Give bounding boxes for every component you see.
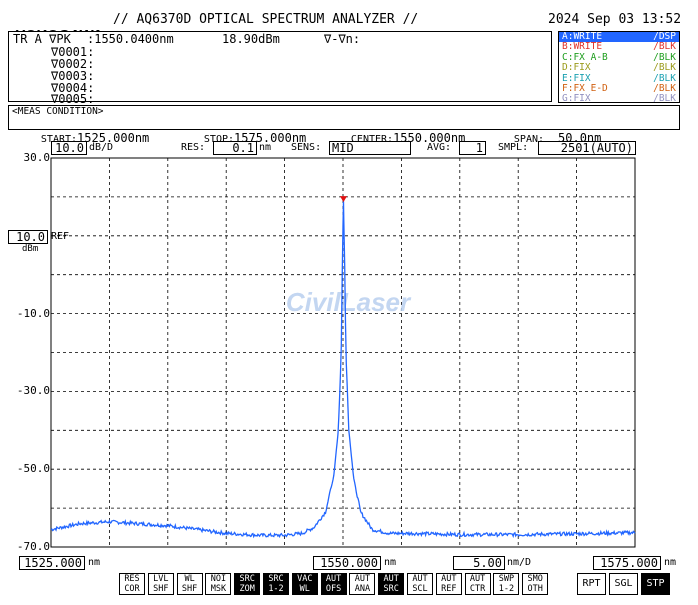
softkey-line-2: 1-2 — [268, 583, 284, 594]
marker-5: ∇0005: — [51, 92, 95, 106]
softkey-line-2: MSK — [210, 583, 227, 594]
softkey-src-12[interactable]: SRC 1-2 — [263, 573, 289, 595]
scale-field[interactable]: 10.0 — [51, 141, 87, 155]
peak-level: 18.90dBm — [222, 32, 280, 46]
x-center-unit: nm — [384, 557, 397, 568]
softkey-line-2: SRC — [383, 583, 399, 594]
x-div-field[interactable]: 5.00 — [453, 556, 505, 570]
ref-level-label: REF — [51, 231, 70, 242]
trace-list[interactable]: A:WRITE/DSP B:WRITE/BLK C:FX A-B/BLK D:FIX /… — [558, 31, 680, 105]
sweep-stp-button[interactable]: STP — [641, 573, 670, 595]
softkey-src-zom[interactable]: SRC ZOM — [234, 573, 261, 595]
softkey-aut-ana[interactable]: AUT ANA — [349, 573, 376, 595]
trace-name: G:FIX — [562, 93, 591, 105]
instrument-title: // AQ6370D OPTICAL SPECTRUM ANALYZER // — [113, 12, 419, 27]
softkey-aut-ofs[interactable]: AUT OFS — [320, 573, 347, 595]
watermark: CivilLaser — [286, 287, 412, 317]
smpl-label: SMPL: — [498, 142, 529, 153]
datetime: 2024 Sep 03 13:52 — [548, 12, 682, 27]
softkey-line-2: ANA — [354, 583, 371, 594]
ref-level-unit: dBm — [22, 244, 39, 254]
softkey-line-2: SCL — [412, 583, 428, 594]
sens-label: SENS: — [291, 142, 322, 153]
softkey-line-2: OFS — [325, 583, 342, 594]
x-center-field[interactable]: 1550.000 — [313, 556, 381, 570]
softkey-line-2: OTH — [527, 583, 543, 594]
y-tick-label: -10.0 — [16, 306, 50, 320]
res-field[interactable]: 0.1 — [213, 141, 257, 155]
softkey-wl-shf[interactable]: WL SHF — [176, 573, 203, 595]
meas-condition-title: <MEAS CONDITION> — [12, 106, 104, 117]
softkey-line-2: REF — [441, 583, 457, 594]
softkey-noi-msk[interactable]: NOI MSK — [205, 573, 232, 595]
peak-marker-icon — [339, 196, 347, 203]
marker-delta: ∇-∇n: — [324, 32, 361, 46]
y-tick-label: 30.0 — [23, 151, 51, 164]
trace-list-item[interactable]: G:FIX/BLK — [559, 93, 679, 105]
softkey-line-2: WL — [299, 583, 310, 594]
softkey-line-2: 1-2 — [498, 583, 515, 594]
softkey-line-2: ZOM — [239, 583, 255, 594]
trace-state: /BLK — [653, 62, 676, 74]
trace-list-item[interactable]: D:FIX/BLK — [559, 62, 679, 74]
softkey-aut-ref[interactable]: AUT REF — [435, 573, 462, 595]
softkey-swp-12[interactable]: SWP 1-2 — [493, 573, 520, 595]
res-label: RES: — [181, 142, 206, 153]
softkey-aut-scl[interactable]: AUT SCL — [407, 573, 433, 595]
softkey-res-cor[interactable]: RES COR — [119, 573, 145, 595]
ref-level-field[interactable]: 10.0 — [8, 230, 48, 244]
trace-label: TR A ∇PK — [13, 32, 71, 46]
trace-info-panel: TR A ∇PK :1550.0400nm 18.90dBm ∇-∇n: ∇00… — [8, 31, 552, 105]
trace-name: D:FIX — [562, 62, 591, 74]
smpl-field[interactable]: 2501(AUTO) — [538, 141, 636, 155]
softkey-vac-wl[interactable]: VAC WL — [291, 573, 318, 595]
sweep-sgl-button[interactable]: SGL — [609, 573, 638, 595]
softkey-line-2: CTR — [469, 583, 486, 594]
meas-condition-panel: <MEAS CONDITION> START:1525.000nm STOP:1… — [8, 105, 680, 145]
x-stop-unit: nm — [664, 557, 677, 568]
sens-field[interactable]: MID — [329, 141, 411, 155]
start-value: 1525.000nm — [77, 131, 150, 145]
trace-state: /BLK — [653, 93, 676, 105]
res-unit: nm — [259, 142, 272, 153]
x-stop-field[interactable]: 1575.000 — [593, 556, 661, 570]
avg-field[interactable]: 1 — [459, 141, 486, 155]
x-div-unit: nm/D — [507, 557, 532, 568]
softkey-aut-src[interactable]: AUT SRC — [378, 573, 405, 595]
y-tick-label: -30.0 — [16, 384, 50, 398]
softkey-lvl-shf[interactable]: LVL SHF — [147, 573, 174, 595]
softkey-line-2: SHF — [181, 583, 198, 594]
peak-wavelength: :1550.0400nm — [87, 32, 174, 46]
sweep-rpt-button[interactable]: RPT — [577, 573, 606, 595]
x-start-field[interactable]: 1525.000 — [19, 556, 85, 570]
x-start-unit: nm — [88, 557, 101, 568]
scale-unit: dB/D — [89, 142, 114, 153]
softkey-smo-oth[interactable]: SMO OTH — [522, 573, 549, 595]
trace-a-line — [50, 201, 636, 539]
softkey-line-2: COR — [124, 583, 140, 594]
y-tick-label: -70.0 — [16, 540, 50, 553]
chart-frame — [50, 157, 636, 548]
softkey-aut-ctr[interactable]: AUT CTR — [464, 573, 491, 595]
y-tick-label: -50.0 — [16, 462, 50, 476]
avg-label: AVG: — [427, 142, 452, 153]
chart-grid — [51, 158, 635, 547]
softkey-line-2: SHF — [153, 583, 169, 594]
